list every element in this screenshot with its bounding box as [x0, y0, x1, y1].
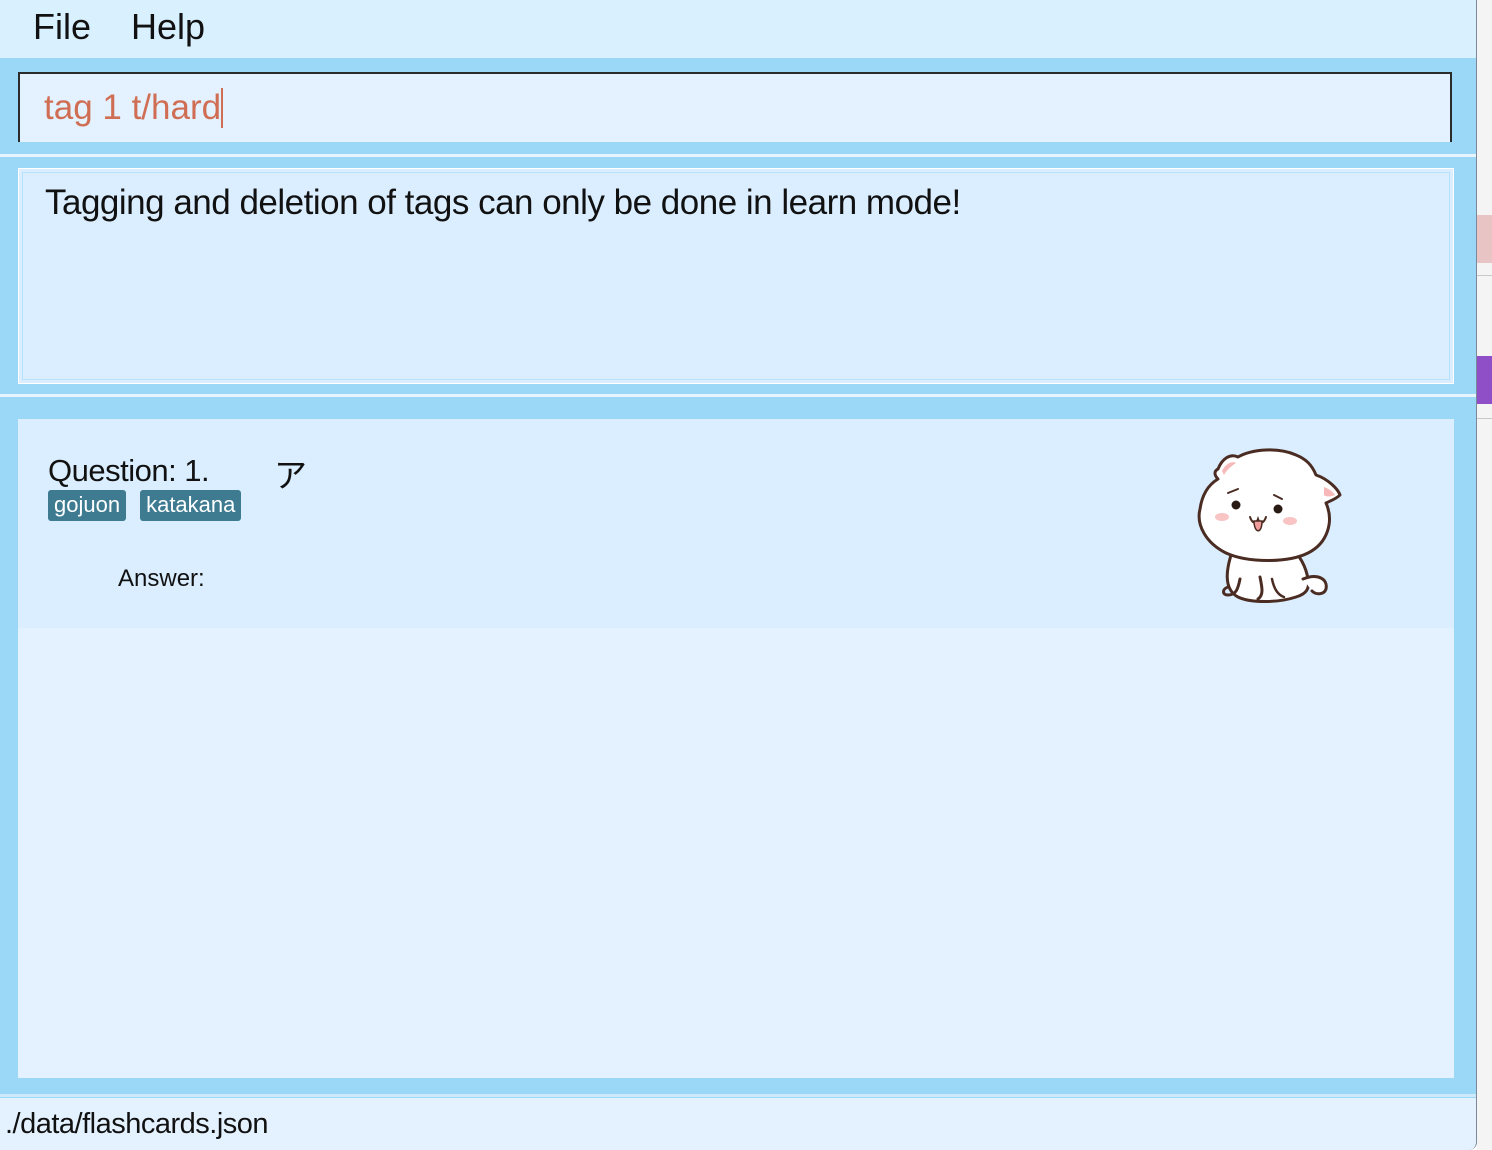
answer-label: Answer: — [118, 565, 205, 592]
result-pane: Tagging and deletion of tags can only be… — [0, 158, 1476, 394]
flashcard-item[interactable]: Question: 1. ア gojuon katakana Answer: — [18, 419, 1454, 628]
background-window-edge — [1477, 0, 1492, 1150]
result-display[interactable]: Tagging and deletion of tags can only be… — [18, 168, 1454, 384]
question-label: Question: 1. — [48, 453, 210, 488]
status-bar: ./data/flashcards.json — [0, 1098, 1476, 1150]
command-input[interactable]: tag 1 t/hard — [18, 72, 1452, 142]
question-character: ア — [274, 456, 307, 495]
tag-gojuon: gojuon — [48, 490, 127, 521]
command-input-text: tag 1 t/hard — [44, 88, 224, 128]
tag-katakana: katakana — [140, 490, 242, 521]
status-file-path: ./data/flashcards.json — [5, 1108, 269, 1140]
flashcard-list[interactable]: Question: 1. ア gojuon katakana Answer: — [18, 419, 1454, 1078]
pane-divider — [0, 394, 1476, 397]
command-pane: tag 1 t/hard — [0, 62, 1476, 154]
pane-divider — [0, 1094, 1476, 1097]
cat-mascot-icon — [1197, 448, 1342, 603]
command-input-value: tag 1 t/hard — [44, 88, 222, 127]
app-window: File Help tag 1 t/hard Tagging and delet… — [0, 0, 1477, 1150]
text-caret — [221, 88, 224, 128]
menu-help[interactable]: Help — [111, 6, 225, 52]
menu-file[interactable]: File — [13, 6, 111, 52]
pane-divider — [0, 154, 1476, 157]
result-message: Tagging and deletion of tags can only be… — [45, 183, 961, 222]
menu-bar: File Help — [0, 0, 1476, 58]
tag-list: gojuon katakana — [48, 490, 242, 521]
